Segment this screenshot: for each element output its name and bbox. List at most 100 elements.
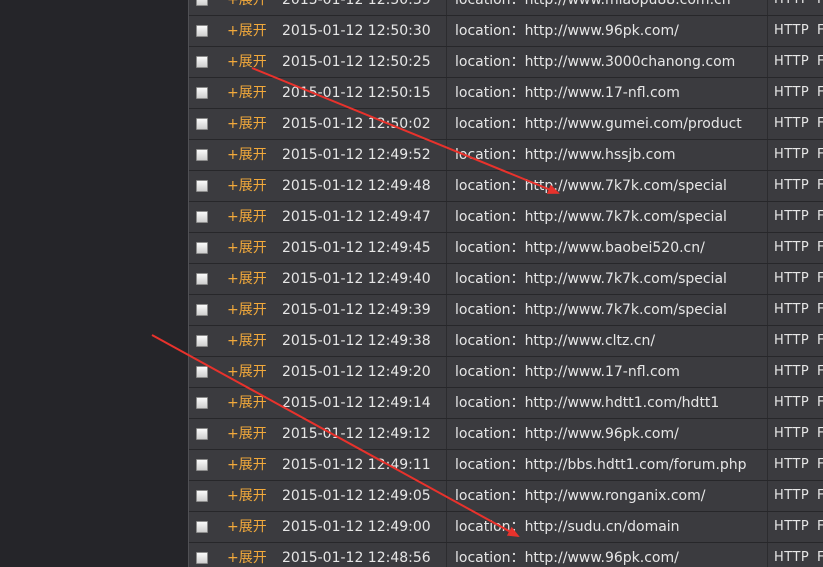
table-row: +展开 2015-01-12 12:49:40 location：http://… bbox=[189, 264, 823, 295]
location-cell: location：http://bbs.hdtt1.com/forum.php bbox=[455, 450, 747, 480]
location-cell: location：http://www.hdtt1.com/hdtt1 bbox=[455, 388, 719, 418]
protocol-cell: HTTP bbox=[774, 426, 810, 441]
expand-link[interactable]: +展开 bbox=[227, 233, 267, 263]
location-url: http://bbs.hdtt1.com/forum.php bbox=[524, 457, 747, 473]
column-divider bbox=[767, 233, 768, 263]
expand-link[interactable]: +展开 bbox=[227, 357, 267, 387]
timestamp-cell: 2015-01-12 12:48:56 bbox=[282, 550, 431, 566]
location-url: http://www.hdtt1.com/hdtt1 bbox=[524, 395, 720, 411]
protocol-cell: HTTP bbox=[774, 488, 810, 503]
column-divider bbox=[446, 0, 447, 15]
location-label: location： bbox=[455, 209, 525, 225]
table-row: +展开 2015-01-12 12:49:11 location：http://… bbox=[189, 450, 823, 481]
row-checkbox[interactable] bbox=[196, 171, 208, 201]
location-label: location： bbox=[455, 302, 525, 318]
expand-link[interactable]: +展开 bbox=[227, 16, 267, 46]
expand-link[interactable]: +展开 bbox=[227, 140, 267, 170]
row-checkbox[interactable] bbox=[196, 78, 208, 108]
expand-link[interactable]: +展开 bbox=[227, 388, 267, 418]
truncated-cell: F bbox=[817, 302, 823, 317]
truncated-cell: F bbox=[817, 271, 823, 286]
expand-link[interactable]: +展开 bbox=[227, 0, 267, 15]
location-cell: location：http://www.17-nfl.com bbox=[455, 78, 680, 108]
timestamp-cell: 2015-01-12 12:49:52 bbox=[282, 147, 431, 163]
expand-link[interactable]: +展开 bbox=[227, 109, 267, 139]
table-row: +展开 2015-01-12 12:50:15 location：http://… bbox=[189, 78, 823, 109]
table-row: +展开 2015-01-12 12:50:25 location：http://… bbox=[189, 47, 823, 78]
table-row: +展开 2015-01-12 12:49:05 location：http://… bbox=[189, 481, 823, 512]
row-checkbox[interactable] bbox=[196, 481, 208, 511]
location-cell: location：http://www.3000chanong.com bbox=[455, 47, 735, 77]
timestamp-cell: 2015-01-12 12:49:00 bbox=[282, 519, 431, 535]
row-checkbox[interactable] bbox=[196, 388, 208, 418]
location-cell: location：http://www.7k7k.com/special bbox=[455, 171, 727, 201]
location-url: http://www.miaopu88.com.cn bbox=[524, 0, 731, 8]
row-checkbox[interactable] bbox=[196, 16, 208, 46]
row-checkbox[interactable] bbox=[196, 0, 208, 15]
expand-link[interactable]: +展开 bbox=[227, 295, 267, 325]
table-row: +展开 2015-01-12 12:49:52 location：http://… bbox=[189, 140, 823, 171]
expand-link[interactable]: +展开 bbox=[227, 419, 267, 449]
row-checkbox[interactable] bbox=[196, 543, 208, 567]
location-url: http://www.ronganix.com/ bbox=[524, 488, 706, 504]
location-url: http://www.gumei.com/product bbox=[524, 116, 742, 132]
location-cell: location：http://www.96pk.com/ bbox=[455, 419, 679, 449]
expand-link[interactable]: +展开 bbox=[227, 326, 267, 356]
location-url: http://www.7k7k.com/special bbox=[524, 178, 727, 194]
row-checkbox[interactable] bbox=[196, 326, 208, 356]
row-checkbox[interactable] bbox=[196, 264, 208, 294]
row-checkbox[interactable] bbox=[196, 233, 208, 263]
expand-link[interactable]: +展开 bbox=[227, 512, 267, 542]
expand-link[interactable]: +展开 bbox=[227, 47, 267, 77]
location-cell: location：http://www.17-nfl.com bbox=[455, 357, 680, 387]
column-divider bbox=[446, 450, 447, 480]
row-checkbox[interactable] bbox=[196, 295, 208, 325]
timestamp-cell: 2015-01-12 12:50:30 bbox=[282, 23, 431, 39]
expand-link[interactable]: +展开 bbox=[227, 543, 267, 567]
truncated-cell: F bbox=[817, 488, 823, 503]
row-checkbox[interactable] bbox=[196, 512, 208, 542]
table-row: +展开 2015-01-12 12:49:12 location：http://… bbox=[189, 419, 823, 450]
location-label: location： bbox=[455, 488, 525, 504]
column-divider bbox=[767, 512, 768, 542]
timestamp-cell: 2015-01-12 12:50:02 bbox=[282, 116, 431, 132]
column-divider bbox=[767, 326, 768, 356]
column-divider bbox=[767, 202, 768, 232]
location-label: location： bbox=[455, 116, 525, 132]
row-checkbox[interactable] bbox=[196, 109, 208, 139]
table-row: +展开 2015-01-12 12:49:47 location：http://… bbox=[189, 202, 823, 233]
protocol-cell: HTTP bbox=[774, 85, 810, 100]
column-divider bbox=[767, 264, 768, 294]
expand-link[interactable]: +展开 bbox=[227, 202, 267, 232]
location-url: http://sudu.cn/domain bbox=[524, 519, 680, 535]
expand-link[interactable]: +展开 bbox=[227, 450, 267, 480]
column-divider bbox=[767, 481, 768, 511]
row-checkbox[interactable] bbox=[196, 419, 208, 449]
row-checkbox[interactable] bbox=[196, 202, 208, 232]
row-checkbox[interactable] bbox=[196, 450, 208, 480]
truncated-cell: F bbox=[817, 550, 823, 565]
location-label: location： bbox=[455, 23, 525, 39]
table-row: +展开 2015-01-12 12:50:30 location：http://… bbox=[189, 16, 823, 47]
expand-link[interactable]: +展开 bbox=[227, 481, 267, 511]
location-url: http://www.17-nfl.com bbox=[524, 364, 680, 380]
row-checkbox[interactable] bbox=[196, 47, 208, 77]
row-checkbox[interactable] bbox=[196, 140, 208, 170]
location-url: http://www.7k7k.com/special bbox=[524, 302, 727, 318]
location-cell: location：http://www.7k7k.com/special bbox=[455, 295, 727, 325]
column-divider bbox=[767, 450, 768, 480]
table-row: +展开 2015-01-12 12:50:02 location：http://… bbox=[189, 109, 823, 140]
column-divider bbox=[446, 47, 447, 77]
column-divider bbox=[446, 202, 447, 232]
expand-link[interactable]: +展开 bbox=[227, 264, 267, 294]
expand-link[interactable]: +展开 bbox=[227, 78, 267, 108]
location-label: location： bbox=[455, 519, 525, 535]
location-cell: location：http://www.cltz.cn/ bbox=[455, 326, 655, 356]
location-cell: location：http://www.hssjb.com bbox=[455, 140, 676, 170]
location-label: location： bbox=[455, 550, 525, 566]
timestamp-cell: 2015-01-12 12:49:05 bbox=[282, 488, 431, 504]
protocol-cell: HTTP bbox=[774, 333, 810, 348]
expand-link[interactable]: +展开 bbox=[227, 171, 267, 201]
row-checkbox[interactable] bbox=[196, 357, 208, 387]
protocol-cell: HTTP bbox=[774, 178, 810, 193]
